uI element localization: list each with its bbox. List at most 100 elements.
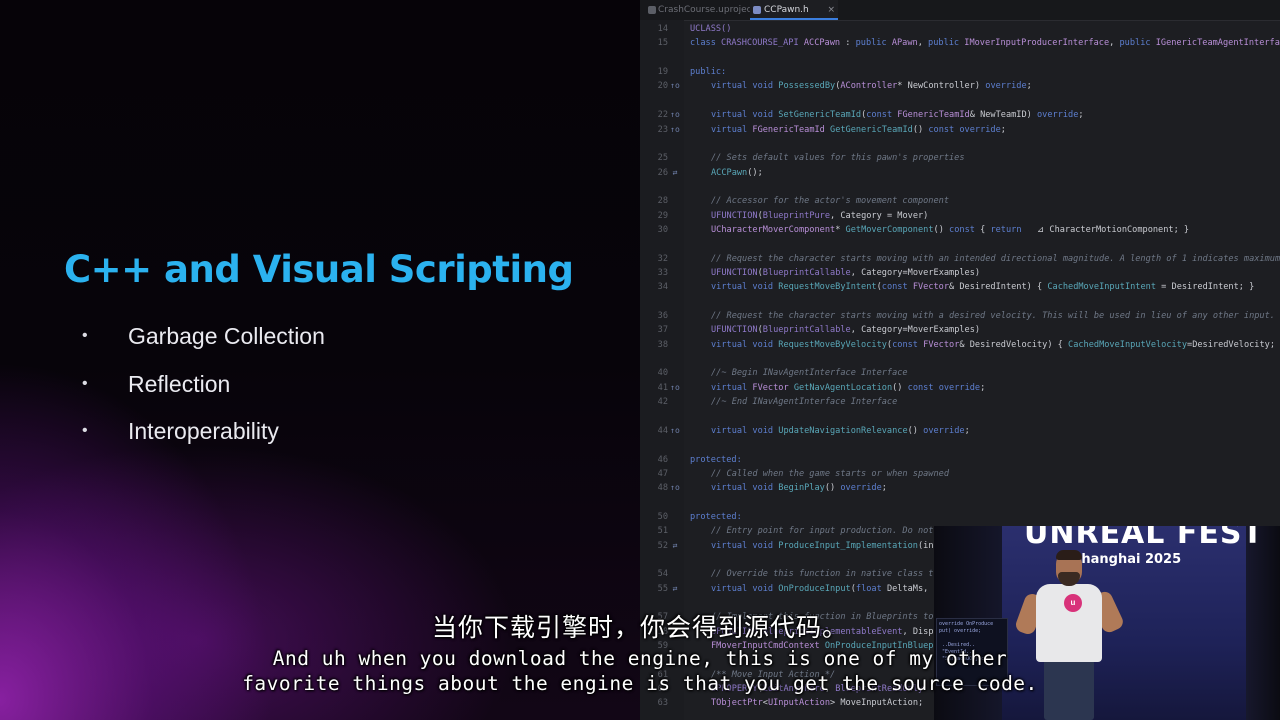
code-token: TObjectPtr xyxy=(711,698,763,709)
code-text: UFUNCTION(BlueprintCallable, Category=Mo… xyxy=(711,323,980,337)
code-token: GetNavAgentLocation xyxy=(793,382,893,393)
code-token: float xyxy=(855,583,882,594)
code-token: GetMoverComponent xyxy=(845,224,934,235)
bullet-text: Garbage Collection xyxy=(128,323,325,349)
code-token: UFUNCTION xyxy=(711,267,758,278)
code-line[interactable]: 32 // Request the character starts moving… xyxy=(640,252,1280,266)
code-token: FVector xyxy=(912,282,950,293)
code-token: ; xyxy=(1026,81,1032,92)
line-number: 36 xyxy=(657,311,668,321)
code-line[interactable] xyxy=(640,295,1280,309)
code-token: , xyxy=(917,38,929,49)
code-line[interactable]: 40 //~ Begin INavAgentInterface Interface xyxy=(640,366,1280,380)
gutter-marker-icon[interactable]: ⇄ xyxy=(670,582,680,596)
code-line[interactable]: 19 public: xyxy=(640,65,1280,79)
line-number: 51 xyxy=(657,526,668,537)
code-line[interactable] xyxy=(640,438,1280,452)
code-line[interactable]: 38 virtual void RequestMoveByVelocity(con… xyxy=(640,338,1280,352)
code-line[interactable]: 41 ↑o virtual FVector GetNavAgentLocation(… xyxy=(640,381,1280,395)
gutter-marker-icon[interactable]: ↑o xyxy=(670,481,680,495)
code-text: UCLASS() xyxy=(690,22,731,36)
code-token: //~ End INavAgentInterface Interface xyxy=(711,397,898,408)
code-token: APawn xyxy=(891,38,918,49)
code-line[interactable] xyxy=(640,352,1280,366)
code-text: class CRASHCOURSE_API ACCPawn : public A… xyxy=(690,36,1280,50)
code-text: // Request the character starts moving w… xyxy=(711,309,1275,323)
code-token: ; xyxy=(1078,110,1084,121)
bullet-dot-icon: • xyxy=(82,327,88,344)
code-line[interactable]: 22 ↑o virtual void SetGenericTeamId(const … xyxy=(640,108,1280,122)
code-line[interactable] xyxy=(640,409,1280,423)
code-line[interactable] xyxy=(640,137,1280,151)
gutter-marker-icon[interactable]: ↑o xyxy=(670,123,680,137)
code-token: : xyxy=(840,38,856,49)
tab-crashcourse-uproject[interactable]: CrashCourse.uproject xyxy=(646,0,758,20)
code-token: * xyxy=(835,224,846,235)
code-line[interactable]: 44 ↑o virtual void UpdateNavigationRelevan… xyxy=(640,424,1280,438)
code-token: UCharacterMoverComponent xyxy=(711,224,836,235)
code-token: virtual void xyxy=(711,282,779,293)
code-line[interactable] xyxy=(640,237,1280,251)
gutter-marker-icon[interactable]: ⇄ xyxy=(670,166,680,180)
code-line[interactable]: 29 UFUNCTION(BlueprintPure, Category = Mo… xyxy=(640,209,1280,223)
line-number: 32 xyxy=(657,253,668,264)
code-line[interactable]: 37 UFUNCTION(BlueprintCallable, Category=… xyxy=(640,323,1280,337)
line-number: 54 xyxy=(657,569,668,580)
code-text: // Accessor for the actor's movement com… xyxy=(711,194,949,208)
code-line[interactable]: 47 // Called when the game starts or when… xyxy=(640,467,1280,481)
code-line[interactable]: 28 // Accessor for the actor's movement c… xyxy=(640,194,1280,208)
line-number: 52 xyxy=(657,540,668,551)
bullet-item: • Interoperability xyxy=(82,415,325,463)
code-line[interactable]: 46 protected: xyxy=(640,453,1280,467)
code-token: RequestMoveByIntent xyxy=(778,282,877,293)
code-line[interactable] xyxy=(640,94,1280,108)
code-token: & DesiredVelocity) { xyxy=(959,339,1069,350)
code-token: AController xyxy=(840,81,898,92)
code-line[interactable]: 36 // Request the character starts moving… xyxy=(640,309,1280,323)
code-token: public xyxy=(1119,38,1156,49)
code-line[interactable]: 48 ↑o virtual void BeginPlay() override; xyxy=(640,481,1280,495)
code-line[interactable]: 15 class CRASHCOURSE_API ACCPawn : public… xyxy=(640,36,1280,50)
code-line[interactable] xyxy=(640,496,1280,510)
code-line[interactable]: 23 ↑o virtual FGenericTeamId GetGenericTea… xyxy=(640,123,1280,137)
code-line[interactable]: 25 // Sets default values for this pawn's… xyxy=(640,151,1280,165)
line-number: 41 xyxy=(657,382,668,393)
code-token: const xyxy=(881,282,913,293)
code-token: const xyxy=(949,224,975,235)
code-line[interactable]: 33 UFUNCTION(BlueprintCallable, Category=… xyxy=(640,266,1280,280)
code-line[interactable]: 14 UCLASS() xyxy=(640,22,1280,36)
gutter-marker-icon[interactable]: ↑o xyxy=(670,79,680,93)
code-token: override xyxy=(923,425,965,436)
unreal-logo-icon: u xyxy=(1064,594,1082,612)
gutter-marker-icon[interactable]: ↑o xyxy=(670,381,680,395)
code-text: virtual void RequestMoveByVelocity(const… xyxy=(711,338,1275,352)
code-token: ; xyxy=(980,382,986,393)
close-icon[interactable]: × xyxy=(827,0,835,20)
code-token: public xyxy=(855,38,892,49)
code-token: = DesiredIntent; } xyxy=(1156,282,1255,293)
tab-ccpawn-h[interactable]: CCPawn.h × xyxy=(750,0,838,20)
slide-title: C++ and Visual Scripting xyxy=(64,248,574,291)
gutter-marker-icon[interactable]: ↑o xyxy=(670,108,680,122)
gutter-marker-icon[interactable]: ⇄ xyxy=(670,539,680,553)
code-line[interactable]: 50 protected: xyxy=(640,510,1280,524)
code-token: const override xyxy=(928,124,1001,135)
code-token: { xyxy=(974,224,991,235)
code-token: virtual void xyxy=(711,583,779,594)
bullet-dot-icon: • xyxy=(82,374,88,392)
code-token: virtual void xyxy=(711,483,779,494)
code-token: OnProduceInput xyxy=(778,583,851,594)
gutter-marker-icon[interactable]: ↑o xyxy=(670,424,680,438)
code-line[interactable]: 42 //~ End INavAgentInterface Interface xyxy=(640,395,1280,409)
code-line[interactable] xyxy=(640,51,1280,65)
code-token: CachedMoveInputIntent xyxy=(1047,282,1156,293)
code-line[interactable]: 34 virtual void RequestMoveByIntent(const… xyxy=(640,280,1280,294)
code-line[interactable]: 26 ⇄ ACCPawn(); xyxy=(640,166,1280,180)
line-number: 14 xyxy=(657,24,668,34)
code-line[interactable] xyxy=(640,180,1280,194)
code-line[interactable]: 30 UCharacterMoverComponent* GetMoverComp… xyxy=(640,223,1280,237)
bullet-text: Interoperability xyxy=(128,418,279,444)
video-frame: C++ and Visual Scripting • Garbage Colle… xyxy=(0,0,1280,720)
code-token: ; xyxy=(1000,124,1006,135)
code-line[interactable]: 20 ↑o virtual void PossessedBy(AController… xyxy=(640,79,1280,93)
